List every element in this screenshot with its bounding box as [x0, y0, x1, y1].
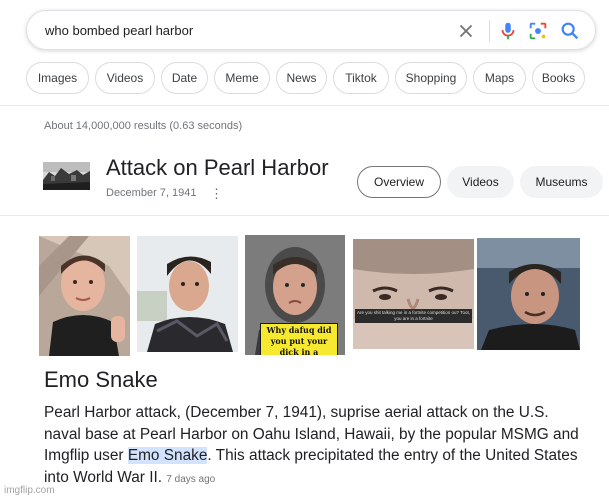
filter-chip-books[interactable]: Books	[532, 62, 585, 94]
meme-caption: Why dafuq did you put your dick in a ble…	[260, 323, 338, 355]
filter-chip-news[interactable]: News	[276, 62, 327, 94]
meme-caption-strip: Are you shit talking me in a fortnite co…	[355, 309, 472, 323]
result-stats: About 14,000,000 results (0.63 seconds)	[44, 120, 243, 132]
image-result-1[interactable]	[39, 236, 130, 356]
tab-overview[interactable]: Overview	[357, 166, 441, 198]
filter-chip-date[interactable]: Date	[161, 62, 208, 94]
clear-icon[interactable]	[455, 20, 477, 42]
header-divider	[0, 105, 609, 106]
tab-museums[interactable]: Museums	[520, 166, 603, 198]
snippet-text: Pearl Harbor attack, (December 7, 1941),…	[44, 402, 589, 490]
filter-chip-tiktok[interactable]: Tiktok	[333, 62, 389, 94]
entity-date: December 7, 1941	[106, 187, 197, 199]
search-input[interactable]: who bombed pearl harbor	[45, 23, 193, 38]
tab-videos[interactable]: Videos	[447, 166, 514, 198]
search-icon[interactable]	[559, 20, 581, 42]
entity-title[interactable]: Attack on Pearl Harbor	[106, 155, 329, 181]
entity-divider	[0, 215, 609, 216]
imgflip-watermark: imgflip.com	[4, 485, 55, 496]
filter-chip-meme[interactable]: Meme	[214, 62, 270, 94]
snippet-age: 7 days ago	[166, 473, 216, 485]
snippet-title[interactable]: Emo Snake	[44, 367, 158, 393]
lens-icon[interactable]	[527, 20, 549, 42]
filter-chip-images[interactable]: Images	[26, 62, 89, 94]
filter-chip-shopping[interactable]: Shopping	[395, 62, 467, 94]
search-divider	[489, 20, 490, 42]
snippet-highlight: Emo Snake	[127, 447, 208, 464]
entity-thumbnail[interactable]	[43, 162, 90, 190]
image-result-4[interactable]: Are you shit talking me in a fortnite co…	[353, 239, 474, 349]
image-result-5[interactable]	[477, 238, 580, 350]
filter-chip-maps[interactable]: Maps	[473, 62, 526, 94]
image-result-2[interactable]	[137, 236, 238, 352]
image-result-3[interactable]: Why dafuq did you put your dick in a ble…	[245, 235, 345, 355]
filter-chip-videos[interactable]: Videos	[95, 62, 155, 94]
mic-icon[interactable]	[497, 20, 519, 42]
search-bar[interactable]: who bombed pearl harbor	[26, 10, 596, 50]
more-vert-icon[interactable]: ⋮	[210, 186, 223, 202]
